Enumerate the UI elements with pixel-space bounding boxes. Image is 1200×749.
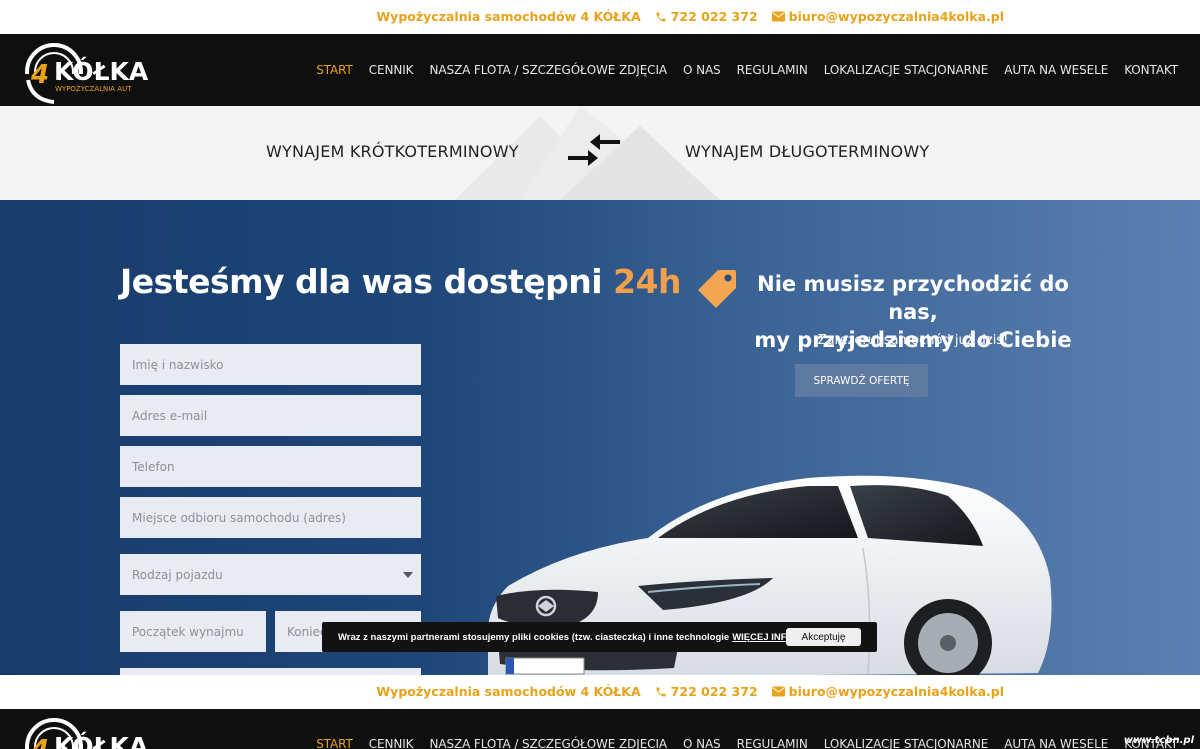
phone-input[interactable]: Telefon (120, 446, 421, 487)
check-offer-button[interactable]: SPRAWDŹ OFERTĘ (795, 364, 928, 397)
pickup-address-input[interactable]: Miejsce odbioru samochodu (adres) (120, 497, 421, 538)
sticky-email-address: biuro@wypozyczalnia4kolka.pl (788, 684, 1004, 699)
price-tag-icon (698, 270, 736, 308)
sticky-menu-item-wesele[interactable]: AUTA NA WESELE (1004, 737, 1108, 749)
top-contact-bar: Wypożyczalnia samochodów 4 KÓŁKA 722 022… (0, 0, 1200, 34)
watermark: www.tcbn.pl (1123, 735, 1194, 746)
menu-item-o-nas[interactable]: O NAS (683, 63, 721, 77)
sticky-menu-item-start[interactable]: START (316, 737, 353, 749)
sticky-logo-number: 4 (30, 735, 49, 749)
phone-link[interactable]: 722 022 372 (655, 9, 758, 24)
menu-list: START CENNIK NASZA FLOTA / SZCZEGÓŁOWE Z… (316, 63, 1178, 77)
sticky-phone-link[interactable]: 722 022 372 (655, 684, 758, 699)
swap-arrows-icon[interactable] (566, 130, 622, 168)
cookie-consent-bar: Wraz z naszymi partnerami stosujemy plik… (322, 622, 877, 652)
phone-number: 722 022 372 (670, 9, 758, 24)
envelope-icon (771, 11, 785, 22)
hero-section: Jesteśmy dla was dostępni 24h Imię i naz… (0, 200, 1200, 675)
menu-item-flota[interactable]: NASZA FLOTA / SZCZEGÓŁOWE ZDJĘCIA (429, 63, 667, 77)
logo-tagline: WYPOŻYCZALNIA AUT (55, 84, 132, 93)
sticky-navigation: 4 KÓŁKA START CENNIK NASZA FLOTA / SZCZE… (0, 709, 1200, 749)
envelope-icon (771, 686, 785, 697)
promo-subtitle: Zarezeruj samochód już dziś! (817, 333, 1009, 348)
promo-title-line1: Nie musisz przychodzić do nas, (757, 272, 1069, 324)
email-address: biuro@wypozyczalnia4kolka.pl (788, 9, 1004, 24)
chevron-down-icon (403, 572, 413, 578)
email-input[interactable]: Adres e-mail (120, 395, 421, 436)
long-term-rental-tab[interactable]: WYNAJEM DŁUGOTERMINOWY (685, 142, 929, 161)
rental-start-input[interactable]: Początek wynajmu (120, 611, 266, 652)
sticky-menu-item-o-nas[interactable]: O NAS (683, 737, 721, 749)
menu-item-wesele[interactable]: AUTA NA WESELE (1004, 63, 1108, 77)
short-term-rental-tab[interactable]: WYNAJEM KRÓTKOTERMINOWY (266, 142, 519, 161)
sticky-menu-list: START CENNIK NASZA FLOTA / SZCZEGÓŁOWE Z… (316, 737, 1178, 749)
company-name: Wypożyczalnia samochodów 4 KÓŁKA (376, 9, 641, 24)
hero-title-accent: 24h (613, 262, 682, 301)
sticky-menu-item-cennik[interactable]: CENNIK (369, 737, 414, 749)
sticky-email-link[interactable]: biuro@wypozyczalnia4kolka.pl (771, 684, 1004, 699)
menu-item-start[interactable]: START (316, 63, 353, 77)
menu-item-regulamin[interactable]: REGULAMIN (737, 63, 808, 77)
sticky-menu-item-regulamin[interactable]: REGULAMIN (737, 737, 808, 749)
sticky-contact-bar: Wypożyczalnia samochodów 4 KÓŁKA 722 022… (0, 675, 1200, 709)
phone-icon (656, 687, 666, 696)
sticky-logo-name: KÓŁKA (54, 731, 149, 749)
sticky-company-name: Wypożyczalnia samochodów 4 KÓŁKA (376, 684, 641, 699)
vehicle-type-select[interactable]: Rodzaj pojazdu (120, 554, 421, 595)
hero-title: Jesteśmy dla was dostępni 24h (120, 262, 682, 301)
hero-title-text: Jesteśmy dla was dostępni (120, 262, 603, 301)
logo-number: 4 (30, 60, 49, 90)
email-link[interactable]: biuro@wypozyczalnia4kolka.pl (771, 9, 1004, 24)
main-navigation: 4 KÓŁKA WYPOŻYCZALNIA AUT START CENNIK N… (0, 34, 1200, 106)
cookie-text: Wraz z naszymi partnerami stosujemy plik… (338, 631, 730, 643)
sticky-phone-number: 722 022 372 (670, 684, 758, 699)
name-input[interactable]: Imię i nazwisko (120, 344, 421, 385)
site-logo[interactable]: 4 KÓŁKA WYPOŻYCZALNIA AUT (22, 34, 152, 106)
cookie-accept-button[interactable]: Akceptuję (786, 628, 861, 646)
vehicle-type-placeholder: Rodzaj pojazdu (132, 567, 223, 582)
form-next-field[interactable] (120, 668, 421, 675)
menu-item-cennik[interactable]: CENNIK (369, 63, 414, 77)
phone-icon (656, 12, 666, 21)
menu-item-kontakt[interactable]: KONTAKT (1124, 63, 1178, 77)
logo-name: KÓŁKA (54, 56, 149, 86)
sticky-menu-item-lokalizacje[interactable]: LOKALIZACJE STACJONARNE (824, 737, 989, 749)
menu-item-lokalizacje[interactable]: LOKALIZACJE STACJONARNE (824, 63, 989, 77)
rental-type-switcher: WYNAJEM KRÓTKOTERMINOWY WYNAJEM DŁUGOTER… (0, 106, 1200, 200)
sticky-menu-item-flota[interactable]: NASZA FLOTA / SZCZEGÓŁOWE ZDJĘCIA (429, 737, 667, 749)
sticky-site-logo[interactable]: 4 KÓŁKA (22, 709, 152, 749)
